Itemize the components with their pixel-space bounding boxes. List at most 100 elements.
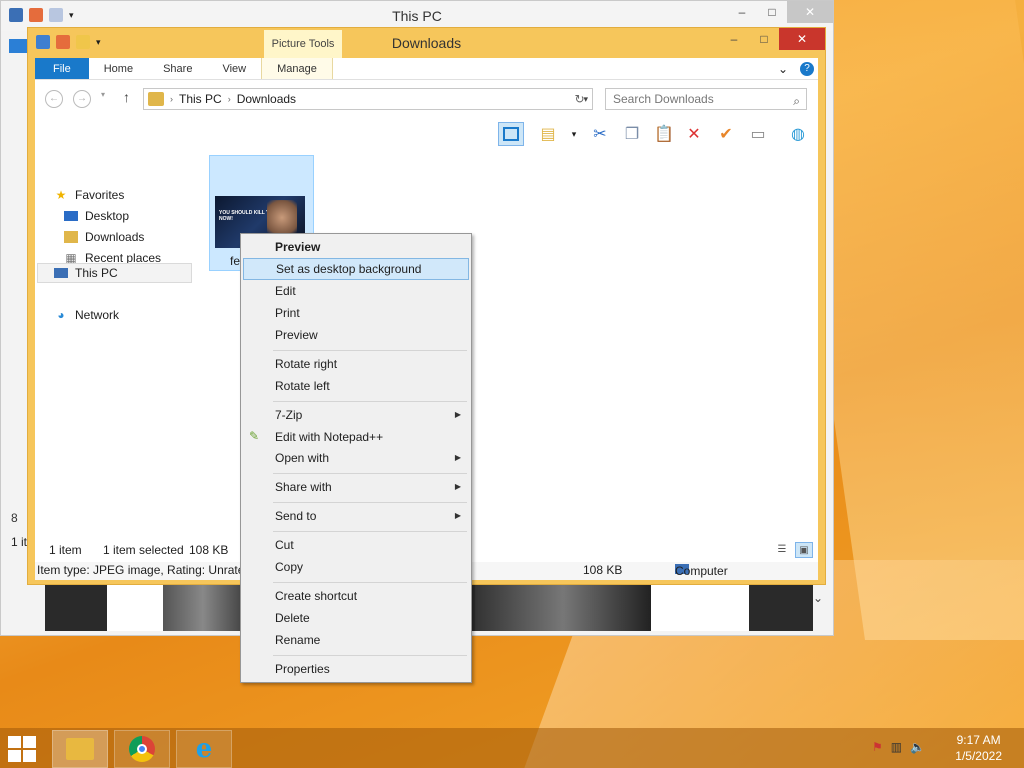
tab-share[interactable]: Share (148, 58, 207, 79)
caption-buttons: – □ ✕ (727, 1, 833, 23)
file-tab[interactable] (9, 39, 29, 53)
tab-home[interactable]: Home (89, 58, 148, 79)
action-center-icon[interactable]: ⚑ (872, 740, 883, 754)
network-icon: ◕ (57, 308, 65, 322)
window-title: Downloads (391, 35, 462, 51)
tab-view[interactable]: View (207, 58, 261, 79)
recent-locations-icon[interactable]: ▾ (101, 90, 105, 99)
folder-options-icon[interactable]: ▤ (535, 122, 561, 146)
tab-manage[interactable]: Manage (261, 58, 333, 79)
menu-item-7zip[interactable]: 7-Zip ▶ (243, 404, 469, 426)
network-status-icon[interactable]: ▥ (891, 740, 902, 754)
nav-desktop[interactable]: Desktop (63, 209, 129, 223)
search-icon: ⌕ (793, 94, 800, 108)
nav-network[interactable]: ◕ Network (53, 308, 119, 322)
large-icons-view-icon[interactable]: ▣ (795, 542, 813, 558)
details-view-icon[interactable]: ☰ (773, 542, 791, 558)
menu-item-rotate-left[interactable]: Rotate left (243, 375, 469, 397)
menu-item-rotate-right[interactable]: Rotate right (243, 353, 469, 375)
notepadpp-icon: ✎ (249, 429, 260, 443)
cut-icon[interactable]: ✂ (587, 122, 613, 146)
address-bar[interactable]: › This PC › Downloads ▾ (143, 88, 593, 110)
nav-favorites[interactable]: ★ Favorites (53, 188, 125, 202)
menu-item-create-shortcut[interactable]: Create shortcut (243, 585, 469, 607)
tab-file[interactable]: File (35, 58, 89, 79)
scroll-down-arrow-icon[interactable]: ⌄ (813, 591, 823, 605)
breadcrumb-this-pc[interactable]: This PC (179, 92, 222, 106)
nav-downloads[interactable]: Downloads (63, 230, 144, 244)
menu-item-edit[interactable]: Edit (243, 280, 469, 302)
expand-ribbon-icon[interactable]: ⌄ (778, 62, 788, 76)
search-input[interactable]: Search Downloads ⌕ (605, 88, 807, 110)
chrome-icon (129, 736, 155, 762)
menu-item-share-with[interactable]: Share with ▶ (243, 476, 469, 498)
paste-icon[interactable]: 📋 (651, 122, 677, 146)
delete-icon[interactable]: ✕ (681, 122, 707, 146)
menu-separator (273, 655, 467, 656)
back-button[interactable]: ← (45, 90, 63, 108)
breadcrumb-separator: › (227, 94, 231, 104)
close-button[interactable]: ✕ (779, 28, 825, 50)
caption-buttons: – □ ✕ (719, 28, 825, 50)
close-button[interactable]: ✕ (787, 1, 833, 23)
forward-button[interactable]: → (73, 90, 91, 108)
nav-label: Downloads (85, 230, 145, 244)
menu-separator (273, 502, 467, 503)
up-button[interactable]: ↑ (123, 89, 130, 105)
ribbon-tabs: File Home Share View Manage ⌄ ? (35, 58, 818, 80)
menu-item-open-with[interactable]: Open with ▶ (243, 447, 469, 469)
rename-icon[interactable]: ▭ (745, 122, 771, 146)
menu-item-set-desktop-background[interactable]: Set as desktop background (243, 258, 469, 280)
address-bar-area: ← → ▾ ↑ › This PC › Downloads ▾ ↻ Search… (35, 80, 818, 118)
help-icon[interactable]: ? (800, 61, 814, 76)
maximize-button[interactable]: □ (749, 28, 779, 50)
refresh-button[interactable]: ↻ (567, 88, 593, 110)
check-icon[interactable]: ✔ (713, 122, 739, 146)
titlebar[interactable]: ▾ Picture Tools Downloads – □ ✕ (28, 28, 825, 58)
submenu-arrow-icon: ▶ (454, 482, 461, 491)
menu-separator (273, 473, 467, 474)
item-type-info: Item type: JPEG image, Rating: Unrated (37, 563, 252, 577)
menu-item-rename[interactable]: Rename (243, 629, 469, 651)
menu-separator (273, 350, 467, 351)
menu-item-preview[interactable]: Preview (243, 324, 469, 346)
clock[interactable]: 9:17 AM 1/5/2022 (955, 732, 1002, 764)
menu-separator (273, 401, 467, 402)
nav-label: Favorites (75, 188, 125, 202)
breadcrumb-separator: › (170, 94, 173, 104)
file-name: fe (230, 254, 241, 268)
window-title: This PC (392, 8, 442, 24)
minimize-button[interactable]: – (727, 1, 757, 23)
folder-icon (148, 92, 164, 106)
computer-icon (53, 266, 69, 280)
options-dropdown-icon[interactable]: ▾ (561, 122, 587, 146)
downloads-icon (63, 230, 79, 244)
menu-item-cut[interactable]: Cut (243, 534, 469, 556)
globe-icon[interactable]: ◍ (785, 122, 811, 146)
taskbar-file-explorer[interactable] (52, 730, 108, 768)
taskbar-internet-explorer[interactable]: e (176, 730, 232, 768)
minimize-button[interactable]: – (719, 28, 749, 50)
menu-item-edit-with-notepadpp[interactable]: ✎ Edit with Notepad++ (243, 426, 469, 448)
nav-this-pc[interactable]: This PC (53, 266, 118, 280)
menu-item-preview-default[interactable]: Preview (243, 236, 469, 258)
menu-item-copy[interactable]: Copy (243, 556, 469, 578)
location-label: Computer (675, 564, 728, 578)
nav-label: This PC (75, 266, 118, 280)
submenu-arrow-icon: ▶ (454, 511, 461, 520)
start-button[interactable] (8, 736, 38, 762)
volume-icon[interactable]: 🔈 (910, 740, 925, 754)
breadcrumb-downloads[interactable]: Downloads (237, 92, 296, 106)
preview-pane-icon[interactable] (498, 122, 524, 146)
menu-item-print[interactable]: Print (243, 302, 469, 324)
copy-icon[interactable]: ❐ (619, 122, 645, 146)
taskbar-chrome[interactable] (114, 730, 170, 768)
star-icon: ★ (55, 188, 67, 202)
nav-label: Network (75, 308, 120, 322)
menu-item-send-to[interactable]: Send to ▶ (243, 505, 469, 527)
menu-item-properties[interactable]: Properties (243, 658, 469, 680)
internet-explorer-icon: e (195, 734, 213, 764)
menu-item-delete[interactable]: Delete (243, 607, 469, 629)
nav-label: Desktop (85, 209, 130, 223)
maximize-button[interactable]: □ (757, 1, 787, 23)
